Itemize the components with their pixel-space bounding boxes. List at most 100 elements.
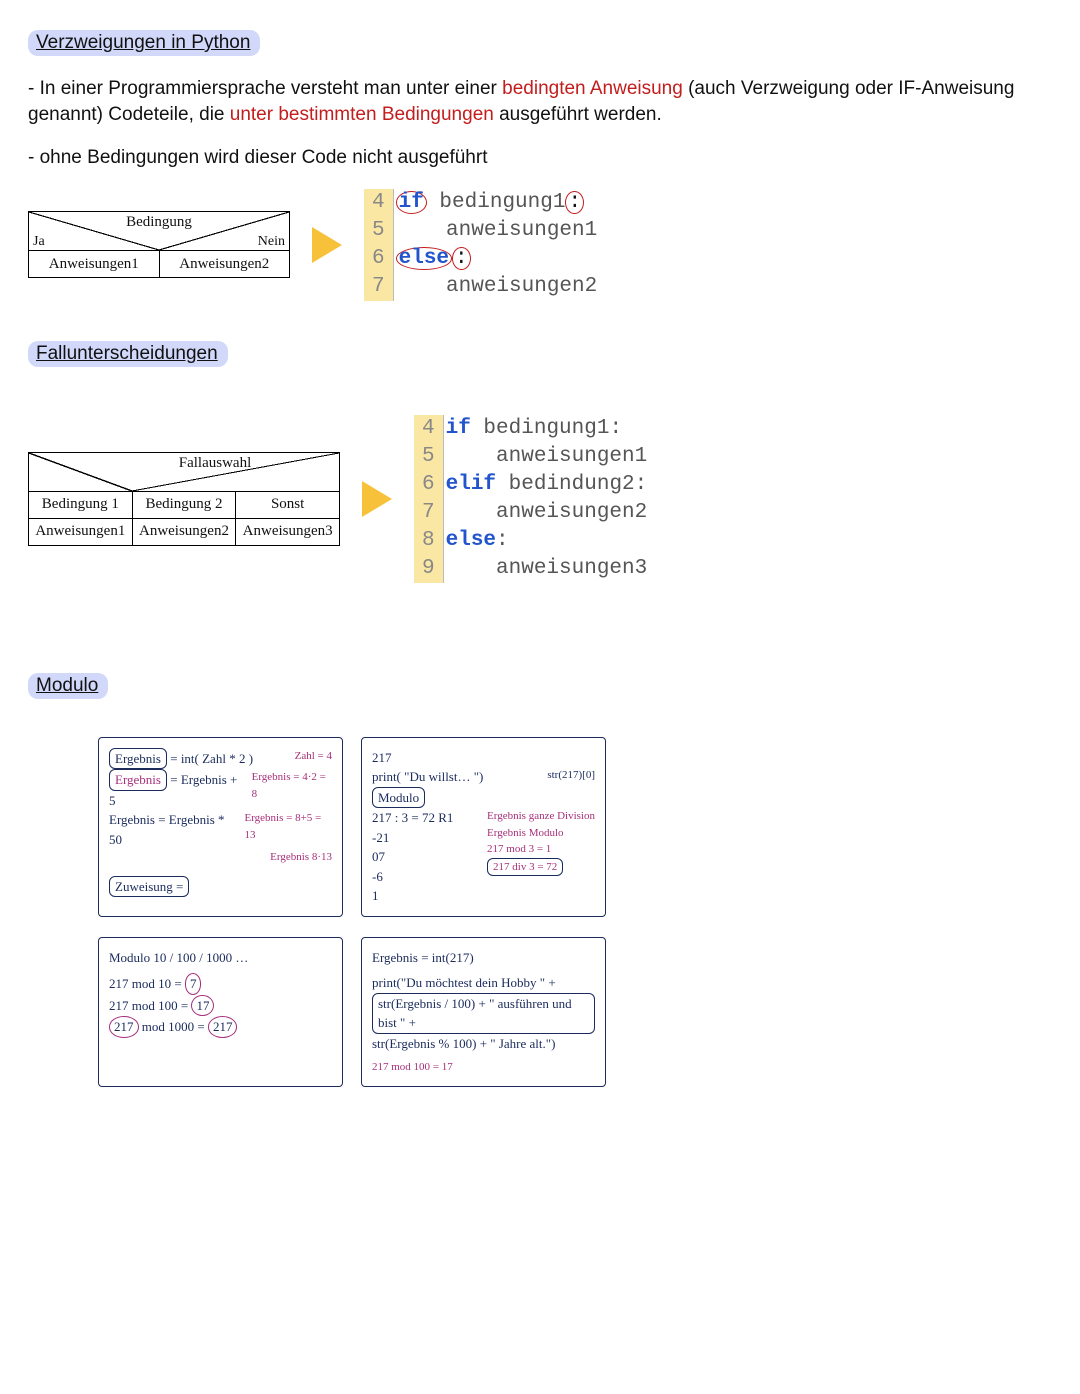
text: = int( Zahl * 2 ) (167, 751, 253, 766)
side-note: 217 mod 3 = 1 (487, 841, 595, 858)
side-note: Ergebnis Modulo (487, 825, 595, 842)
diag1-right: Anweisungen2 (159, 251, 290, 278)
line-gutter: 4 5 6 7 (364, 189, 394, 301)
code-text: anweisungen3 (446, 555, 648, 583)
hand-box-4: Ergebnis = int(217) print("Du möchtest d… (361, 937, 606, 1087)
red-text-1: bedingten Anweisung (502, 78, 683, 99)
arrow-icon (362, 481, 392, 517)
ring: 7 (185, 973, 202, 995)
pill: Zuweisung = (109, 876, 189, 898)
text: 217 (109, 998, 129, 1013)
colon-circled: : (452, 247, 471, 270)
code-body: if bedingung1: anweisungen1 elif bedindu… (444, 415, 648, 583)
kw-else: else (396, 247, 452, 270)
code-text: : (496, 529, 509, 552)
lineno: 8 (422, 527, 435, 555)
text: 07 (372, 847, 453, 867)
intro-paragraph-2: - ohne Bedingungen wird dieser Code nich… (28, 145, 1052, 171)
hand-box-1: Ergebnis = int( Zahl * 2 ) Zahl = 4 Erge… (98, 737, 343, 917)
side-note: Zahl = 4 (295, 748, 332, 770)
kw-if: if (396, 191, 427, 214)
ring: 217 (208, 1016, 238, 1038)
side-note: Ergebnis ganze Division (487, 808, 595, 825)
code-text: bedingung1: (471, 417, 622, 440)
text: print( "Du willst… ") (372, 767, 483, 787)
line-gutter: 4 5 6 7 8 9 (414, 415, 444, 583)
hand-box-2: 217 print( "Du willst… ") str(217)[0] Mo… (361, 737, 606, 917)
text: - In einer Programmiersprache versteht m… (28, 78, 502, 99)
heading-fallunterscheidungen: Fallunterscheidungen (28, 341, 228, 367)
text: mod 10 = (129, 976, 185, 991)
text: str(217)[0] (547, 767, 595, 787)
colon-circled: : (565, 191, 584, 214)
code-text: anweisungen2 (446, 499, 648, 527)
diag2-title: Fallauswahl (91, 455, 339, 472)
code-text: bedingung1 (427, 191, 566, 214)
side-note: 217 mod 100 = 17 (372, 1059, 595, 1076)
lineno: 4 (372, 189, 385, 217)
text: 1 (372, 886, 453, 906)
handwritten-grid: Ergebnis = int( Zahl * 2 ) Zahl = 4 Erge… (98, 737, 1052, 1087)
text: mod 100 = (129, 998, 192, 1013)
lineno: 5 (422, 443, 435, 471)
pill: Ergebnis (109, 769, 167, 791)
kw-if: if (446, 417, 471, 440)
diag2-a2: Anweisungen2 (132, 518, 236, 545)
code-if-else: 4 5 6 7 if bedingung1: anweisungen1 else… (364, 189, 597, 301)
code-text: anweisungen2 (396, 273, 598, 301)
heading-modulo: Modulo (28, 673, 108, 699)
side-note: Ergebnis 8·13 (270, 849, 332, 866)
side-note: Ergebnis = 4·2 = 8 (252, 769, 332, 810)
code-body: if bedingung1: anweisungen1 else: anweis… (394, 189, 598, 301)
diag1-yes: Ja (33, 234, 45, 250)
diag2-a1: Anweisungen1 (29, 518, 133, 545)
lineno: 6 (372, 245, 385, 273)
text: mod 1000 = (139, 1019, 208, 1034)
text: Ergebnis = Ergebnis * 50 (109, 810, 236, 849)
text: 217 (109, 976, 129, 991)
structogram-elif: Fallauswahl Bedingung 1 Bedingung 2 Sons… (28, 452, 340, 546)
diag2-a3: Anweisungen3 (236, 518, 340, 545)
pill: Modulo (372, 787, 425, 809)
ring: 217 (109, 1016, 139, 1038)
kw-elif: elif (446, 473, 496, 496)
text: Ergebnis = int(217) (372, 948, 595, 968)
ring: 17 (191, 995, 214, 1017)
diag2-c3: Sonst (236, 491, 340, 518)
red-text-2: unter bestimmten Bedingungen (230, 104, 494, 125)
lineno: 7 (372, 273, 385, 301)
diag2-c2: Bedingung 2 (132, 491, 236, 518)
code-text: bedindung2: (496, 473, 647, 496)
structogram-if: Bedingung Ja Nein Anweisungen1 Anweisung… (28, 211, 290, 278)
diag1-no: Nein (258, 234, 285, 250)
lineno: 9 (422, 555, 435, 583)
diag1-title: Bedingung (29, 214, 289, 231)
text: 217 : 3 = 72 R1 (372, 808, 453, 828)
lineno: 4 (422, 415, 435, 443)
if-else-row: Bedingung Ja Nein Anweisungen1 Anweisung… (28, 189, 1052, 301)
text: print("Du möchtest dein Hobby " + (372, 973, 595, 993)
lineno: 5 (372, 217, 385, 245)
pill: Ergebnis (109, 748, 167, 770)
kw-else: else (446, 529, 496, 552)
text: -6 (372, 867, 453, 887)
text: ausgeführt werden. (494, 104, 662, 125)
code-text: anweisungen1 (396, 217, 598, 245)
text: -21 (372, 828, 453, 848)
side-note: Ergebnis = 8+5 = 13 (244, 810, 332, 849)
intro-paragraph-1: - In einer Programmiersprache versteht m… (28, 76, 1052, 127)
pill: 217 div 3 = 72 (487, 858, 563, 877)
elif-row: Fallauswahl Bedingung 1 Bedingung 2 Sons… (28, 415, 1052, 583)
pill: str(Ergebnis / 100) + " ausführen und bi… (372, 993, 595, 1034)
text: 217 (372, 748, 595, 768)
code-text: anweisungen1 (446, 443, 648, 471)
diag2-c1: Bedingung 1 (29, 491, 133, 518)
code-elif: 4 5 6 7 8 9 if bedingung1: anweisungen1 … (414, 415, 647, 583)
text: Modulo 10 / 100 / 1000 … (109, 948, 332, 968)
heading-verzweigungen: Verzweigungen in Python (28, 30, 260, 56)
arrow-icon (312, 227, 342, 263)
text: str(Ergebnis % 100) + " Jahre alt.") (372, 1034, 595, 1054)
diag1-left: Anweisungen1 (29, 251, 160, 278)
lineno: 7 (422, 499, 435, 527)
lineno: 6 (422, 471, 435, 499)
